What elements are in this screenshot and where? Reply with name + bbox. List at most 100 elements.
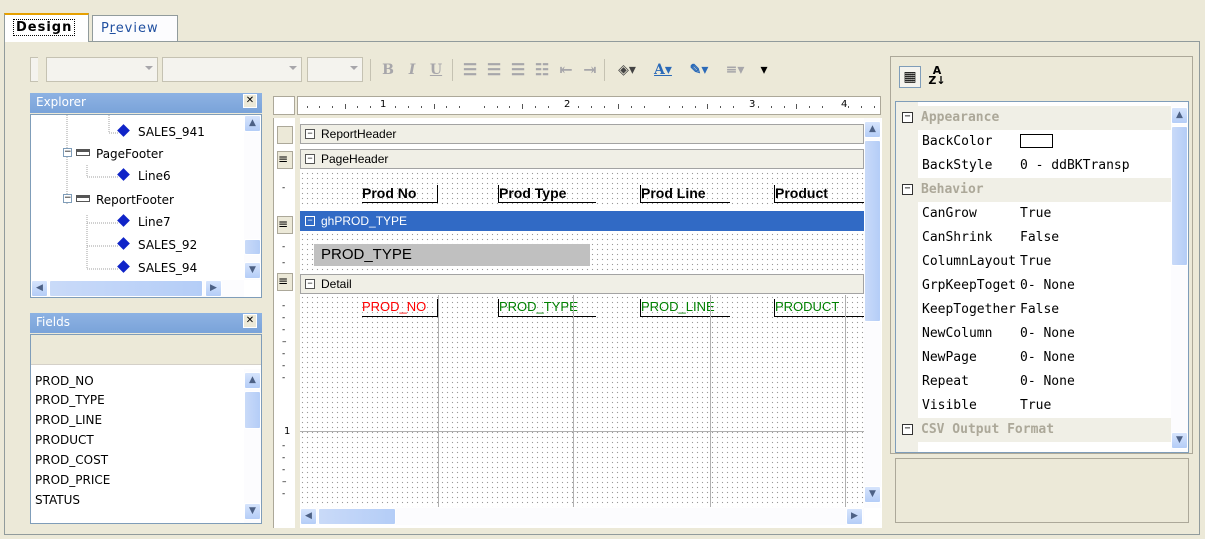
property-value[interactable]: 0 - ddBKTransp xyxy=(1020,158,1130,173)
scroll-thumb[interactable] xyxy=(244,391,261,429)
property-category[interactable]: − Behavior xyxy=(896,178,1172,202)
label-prod-type[interactable]: Prod Type xyxy=(498,185,596,203)
font-size-combo[interactable] xyxy=(307,57,363,82)
band-report-header[interactable]: − ReportHeader xyxy=(300,124,864,144)
band-detail[interactable]: − Detail xyxy=(300,274,864,294)
collapse-icon[interactable]: − xyxy=(305,154,315,164)
underline-button[interactable]: U xyxy=(426,60,446,80)
scroll-up-icon[interactable]: ▲ xyxy=(244,115,261,132)
scroll-up-icon[interactable]: ▲ xyxy=(864,121,881,138)
band-handle[interactable]: ≡ xyxy=(277,216,293,234)
tree-item-sales-92[interactable]: SALES_92 xyxy=(117,237,197,252)
collapse-icon[interactable]: − xyxy=(902,112,913,123)
explorer-hscrollbar[interactable]: ◀ ▶ xyxy=(31,280,244,297)
property-value[interactable]: False xyxy=(1020,302,1059,317)
fill-color-icon[interactable]: ◈▾ xyxy=(610,60,644,80)
field-item[interactable]: PROD_TYPE xyxy=(35,393,105,407)
band-group-header[interactable]: − ghPROD_TYPE xyxy=(300,211,864,231)
label-prod-line[interactable]: Prod Line xyxy=(640,185,730,203)
bullets-icon[interactable]: ☷ xyxy=(532,60,552,80)
scroll-thumb[interactable] xyxy=(318,508,396,525)
explorer-vscrollbar[interactable]: ▲ ▼ xyxy=(244,115,261,280)
italic-button[interactable]: I xyxy=(402,60,422,80)
field-item[interactable]: STATUS xyxy=(35,493,80,507)
band-handle[interactable]: ≡ xyxy=(277,151,293,169)
label-product[interactable]: Product xyxy=(774,185,864,203)
scroll-up-icon[interactable]: ▲ xyxy=(1171,107,1188,124)
property-value[interactable]: True xyxy=(1020,206,1051,221)
indent-icon[interactable]: ⇥ xyxy=(580,60,600,80)
scroll-thumb[interactable] xyxy=(49,280,203,297)
scroll-thumb[interactable] xyxy=(864,140,881,322)
property-row[interactable]: BackColor xyxy=(896,130,1172,154)
property-row[interactable]: ColumnLayout True xyxy=(896,250,1172,274)
tab-preview[interactable]: Preview xyxy=(92,15,178,42)
property-category[interactable]: − CSV Output Format xyxy=(896,418,1172,442)
property-category[interactable]: − Appearance xyxy=(896,106,1172,130)
toolbar-options-icon[interactable]: ▾ xyxy=(754,60,774,80)
collapse-icon[interactable]: − xyxy=(63,194,72,203)
field-item[interactable]: PROD_NO xyxy=(35,374,94,388)
field-item[interactable]: PROD_COST xyxy=(35,453,108,467)
property-row[interactable]: KeepTogether False xyxy=(896,298,1172,322)
detail-field-product[interactable]: PRODUCT xyxy=(774,299,864,317)
collapse-icon[interactable]: − xyxy=(902,184,913,195)
band-page-header[interactable]: − PageHeader xyxy=(300,149,864,169)
alphabetical-sort-icon[interactable]: A Z↓ xyxy=(926,65,948,88)
categorized-icon[interactable]: ▦ xyxy=(899,66,921,88)
collapse-icon[interactable]: − xyxy=(305,129,315,139)
fields-vscrollbar[interactable]: ▲ ▼ xyxy=(244,369,261,523)
line-color-icon[interactable]: ✎▾ xyxy=(682,60,716,80)
property-value[interactable]: True xyxy=(1020,254,1051,269)
close-icon[interactable]: ✕ xyxy=(243,314,257,328)
property-value[interactable]: 0- None xyxy=(1020,374,1075,389)
collapse-icon[interactable]: − xyxy=(305,216,315,226)
outdent-icon[interactable]: ⇤ xyxy=(556,60,576,80)
property-vscrollbar[interactable]: ▲ ▼ xyxy=(1171,102,1188,452)
scroll-down-icon[interactable]: ▼ xyxy=(864,486,881,503)
property-value[interactable]: 0- None xyxy=(1020,278,1075,293)
property-value[interactable]: 0- None xyxy=(1020,350,1075,365)
property-row[interactable]: Visible True xyxy=(896,394,1172,418)
align-left-icon[interactable]: ☰ xyxy=(460,60,480,80)
detail-field-prod-type[interactable]: PROD_TYPE xyxy=(498,299,596,317)
scroll-down-icon[interactable]: ▼ xyxy=(244,503,261,520)
group-field-prod-type[interactable]: PROD_TYPE xyxy=(314,244,590,266)
property-row[interactable]: CanShrink False xyxy=(896,226,1172,250)
scroll-right-icon[interactable]: ▶ xyxy=(846,508,863,525)
field-item[interactable]: PROD_PRICE xyxy=(35,473,110,487)
scroll-left-icon[interactable]: ◀ xyxy=(31,280,48,297)
tree-item-page-footer[interactable]: − PageFooter xyxy=(63,147,163,161)
tree-item-line7[interactable]: Line7 xyxy=(117,214,171,229)
property-value[interactable]: 0- None xyxy=(1020,326,1075,341)
field-item[interactable]: PROD_LINE xyxy=(35,413,102,427)
font-combo[interactable] xyxy=(162,57,302,82)
font-color-icon[interactable]: A▾ xyxy=(646,60,680,80)
scroll-thumb[interactable] xyxy=(244,239,261,255)
band-handle[interactable] xyxy=(277,126,293,144)
close-icon[interactable]: ✕ xyxy=(243,94,257,108)
collapse-icon[interactable]: − xyxy=(63,148,72,157)
scroll-right-icon[interactable]: ▶ xyxy=(205,280,222,297)
property-row[interactable]: GrpKeepTogether 0- None xyxy=(896,274,1172,298)
property-row[interactable]: NewPage 0- None xyxy=(896,346,1172,370)
collapse-icon[interactable]: − xyxy=(902,424,913,435)
tab-design[interactable]: Design xyxy=(4,13,89,42)
style-combo[interactable] xyxy=(46,57,158,82)
tree-item-report-footer[interactable]: − ReportFooter xyxy=(63,193,174,207)
designer-hscrollbar[interactable]: ◀ ▶ xyxy=(300,508,864,525)
field-item[interactable]: PRODUCT xyxy=(35,433,94,447)
tree-item-sales-94[interactable]: SALES_94 xyxy=(117,260,197,275)
property-value[interactable]: False xyxy=(1020,230,1059,245)
property-row[interactable]: BackStyle 0 - ddBKTransp xyxy=(896,154,1172,178)
align-center-icon[interactable]: ☰ xyxy=(484,60,504,80)
designer-vscrollbar[interactable]: ▲ ▼ xyxy=(864,118,881,508)
scroll-left-icon[interactable]: ◀ xyxy=(300,508,317,525)
bold-button[interactable]: B xyxy=(378,60,398,80)
band-handle[interactable]: ≡ xyxy=(277,273,293,291)
detail-field-prod-no[interactable]: PROD_NO xyxy=(362,299,438,317)
property-value[interactable]: True xyxy=(1020,398,1051,413)
label-prod-no[interactable]: Prod No xyxy=(362,185,438,203)
property-value[interactable] xyxy=(1020,134,1053,152)
scroll-down-icon[interactable]: ▼ xyxy=(244,262,261,279)
